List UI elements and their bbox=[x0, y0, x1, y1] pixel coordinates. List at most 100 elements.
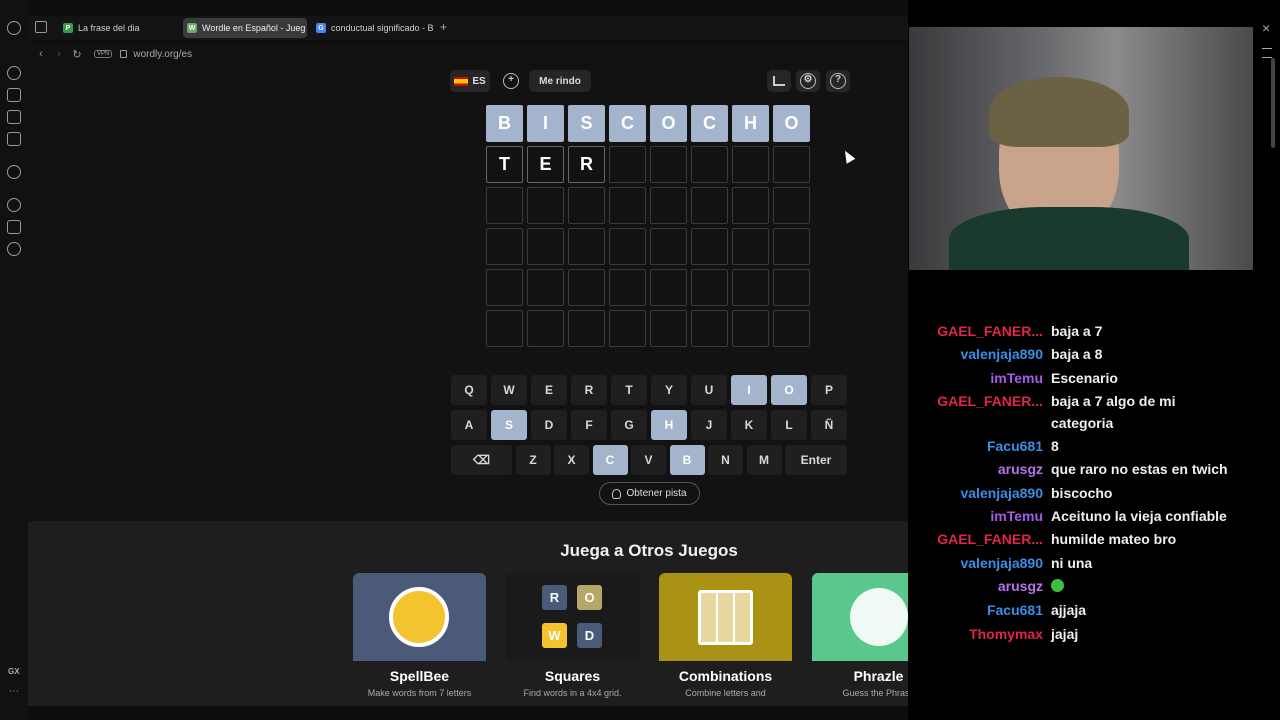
more-icon[interactable]: ⋯ bbox=[9, 686, 19, 697]
chat-username[interactable]: imTemu bbox=[908, 505, 1051, 527]
key-q[interactable]: Q bbox=[451, 375, 487, 405]
key-b[interactable]: B bbox=[669, 445, 705, 475]
back-icon[interactable]: ‹ bbox=[32, 48, 50, 60]
board-row bbox=[486, 310, 810, 347]
squares-tile: R bbox=[542, 585, 567, 610]
key-h[interactable]: H bbox=[651, 410, 687, 440]
key-i[interactable]: I bbox=[731, 375, 767, 405]
board-tile bbox=[609, 146, 646, 183]
refresh-speed-dial-icon[interactable] bbox=[7, 66, 21, 80]
settings-button[interactable]: ⚙ bbox=[796, 70, 820, 92]
key-l[interactable]: L bbox=[771, 410, 807, 440]
board-tile: O bbox=[773, 105, 810, 142]
extensions-icon[interactable] bbox=[7, 220, 21, 234]
key-n[interactable]: N bbox=[708, 445, 743, 475]
chat-username[interactable]: Facu681 bbox=[908, 599, 1051, 621]
chat-username[interactable]: arusgz bbox=[908, 458, 1051, 480]
help-button[interactable]: ? bbox=[826, 70, 850, 92]
key-d[interactable]: D bbox=[531, 410, 567, 440]
key-p[interactable]: P bbox=[811, 375, 847, 405]
new-tab-button[interactable]: + bbox=[440, 20, 447, 34]
chat-message: valenjaja890 ni una bbox=[908, 552, 1258, 574]
chat-username[interactable]: arusgz bbox=[908, 575, 1051, 598]
key-r[interactable]: R bbox=[571, 375, 607, 405]
ai-icon[interactable] bbox=[7, 165, 21, 179]
key-u[interactable]: U bbox=[691, 375, 727, 405]
chat-text: 8 bbox=[1051, 438, 1059, 455]
chat-username[interactable]: Facu681 bbox=[908, 435, 1051, 457]
game-card-combinations[interactable]: Combinations Combine letters and bbox=[659, 573, 792, 706]
url-text[interactable]: wordly.org/es bbox=[133, 49, 192, 60]
backspace-key[interactable]: ⌫ bbox=[451, 445, 512, 475]
spellbee-thumbnail bbox=[353, 573, 486, 661]
stats-button[interactable] bbox=[767, 70, 791, 92]
chat-username[interactable]: GAEL_FANER... bbox=[908, 390, 1051, 434]
game-card-spellbee[interactable]: SpellBee Make words from 7 letters bbox=[353, 573, 486, 706]
key-ñ[interactable]: Ñ bbox=[811, 410, 847, 440]
board-tile: H bbox=[732, 105, 769, 142]
vpn-badge[interactable]: VPN bbox=[94, 50, 113, 58]
key-v[interactable]: V bbox=[631, 445, 666, 475]
opera-logo-icon[interactable] bbox=[7, 21, 21, 35]
game-description: Combine letters and bbox=[685, 688, 766, 698]
key-j[interactable]: J bbox=[691, 410, 727, 440]
forward-icon[interactable]: › bbox=[50, 48, 68, 60]
board-tile bbox=[486, 310, 523, 347]
reload-icon[interactable]: ↻ bbox=[68, 48, 86, 61]
key-y[interactable]: Y bbox=[651, 375, 687, 405]
hint-button[interactable]: Obtener pista bbox=[599, 482, 700, 505]
messenger-icon[interactable] bbox=[7, 132, 21, 146]
browser-tab[interactable]: P La frase del dia bbox=[59, 18, 179, 38]
board-tile bbox=[650, 228, 687, 265]
squares-tile: O bbox=[577, 585, 602, 610]
chat-message: imTemu Aceituno la vieja confiable bbox=[908, 505, 1258, 527]
key-m[interactable]: M bbox=[746, 445, 782, 475]
board-tile bbox=[773, 269, 810, 306]
tab-list-icon[interactable] bbox=[35, 21, 47, 33]
enter-key[interactable]: Enter bbox=[785, 445, 847, 475]
browser-tab[interactable]: Gconductual significado - B bbox=[312, 18, 434, 38]
game-description: Find words in a 4x4 grid. bbox=[523, 688, 622, 698]
browser-tab[interactable]: W Wordle en Español - Jueg bbox=[183, 18, 307, 38]
chat-username[interactable]: valenjaja890 bbox=[908, 343, 1051, 365]
scrollbar[interactable] bbox=[1270, 40, 1276, 700]
chat-text: ni una bbox=[1051, 554, 1093, 571]
key-e[interactable]: E bbox=[531, 375, 567, 405]
tab-favicon-icon: P bbox=[63, 23, 73, 33]
language-button[interactable]: ES bbox=[450, 70, 490, 92]
squares-tile: D bbox=[577, 623, 602, 648]
board-tile bbox=[609, 310, 646, 347]
chat-username[interactable]: valenjaja890 bbox=[908, 482, 1051, 504]
key-c[interactable]: C bbox=[592, 445, 628, 475]
board-tile bbox=[568, 310, 605, 347]
history-icon[interactable] bbox=[7, 198, 21, 212]
settings-gear-icon[interactable] bbox=[7, 242, 21, 256]
key-o[interactable]: O bbox=[771, 375, 807, 405]
chat-username[interactable]: imTemu bbox=[908, 367, 1051, 389]
game-card-squares[interactable]: R O W D Squares Find words in a 4x4 grid… bbox=[506, 573, 639, 706]
board-tile bbox=[568, 187, 605, 224]
key-s[interactable]: S bbox=[491, 410, 527, 440]
chat-text: baja a 7 bbox=[1051, 323, 1103, 339]
gx-cleaner-icon[interactable] bbox=[7, 110, 21, 124]
key-w[interactable]: W bbox=[491, 375, 527, 405]
give-up-button[interactable]: Me rindo bbox=[529, 70, 591, 92]
key-t[interactable]: T bbox=[611, 375, 647, 405]
chat-username[interactable]: GAEL_FANER... bbox=[908, 528, 1051, 550]
key-a[interactable]: A bbox=[451, 410, 487, 440]
chat-message: Facu681 8 bbox=[908, 435, 1258, 457]
chat-text: Aceituno la vieja confiable bbox=[1051, 508, 1227, 525]
chat-username[interactable]: Thomymax bbox=[908, 623, 1051, 645]
key-f[interactable]: F bbox=[571, 410, 607, 440]
new-game-button[interactable]: + bbox=[500, 70, 522, 92]
game-name: SpellBee bbox=[389, 668, 450, 684]
key-k[interactable]: K bbox=[731, 410, 767, 440]
chat-text: baja a 7 algo de mi categoria bbox=[1051, 392, 1176, 431]
bag-icon[interactable] bbox=[7, 88, 21, 102]
key-x[interactable]: X bbox=[554, 445, 589, 475]
chat-username[interactable]: GAEL_FANER... bbox=[908, 320, 1051, 342]
close-window-icon[interactable]: × bbox=[1262, 20, 1270, 36]
chat-username[interactable]: valenjaja890 bbox=[908, 552, 1051, 574]
key-g[interactable]: G bbox=[611, 410, 647, 440]
key-z[interactable]: Z bbox=[515, 445, 551, 475]
